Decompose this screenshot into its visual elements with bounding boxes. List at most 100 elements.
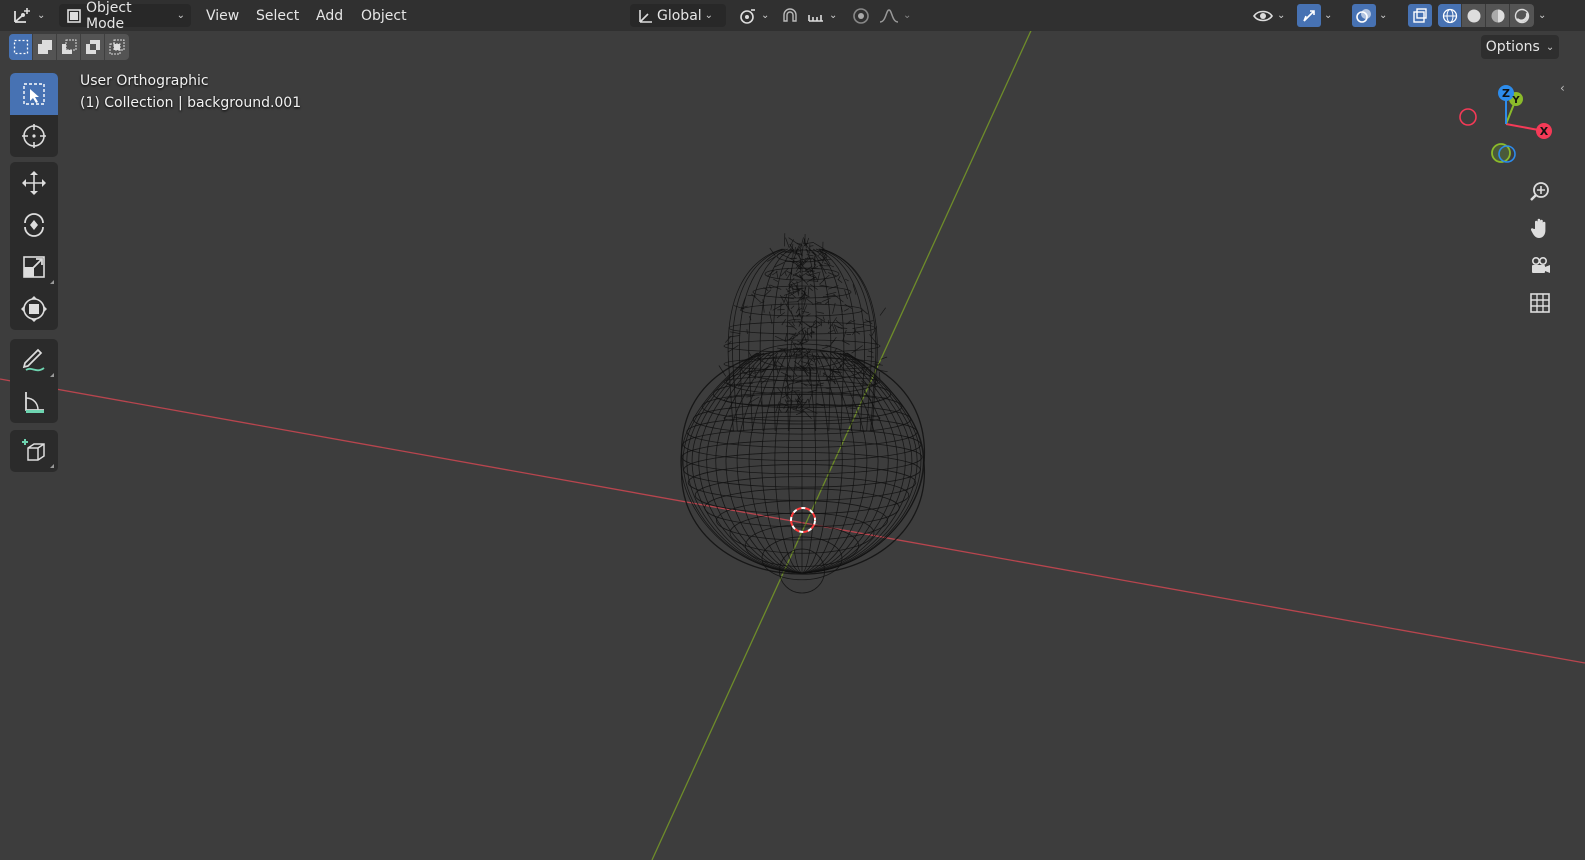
solid-sphere-icon [1466,8,1482,24]
select-difference-button[interactable] [81,34,105,60]
mode-label: Object Mode [86,0,132,32]
view-name: User Orthographic [80,73,209,89]
shading-options-dropdown[interactable]: ⌄ [1538,4,1546,27]
annotate-icon [20,346,48,374]
falloff-dropdown[interactable]: ⌄ [878,4,911,27]
select-difference-icon [85,39,101,55]
y-axis-line [651,31,1032,860]
3d-viewport[interactable]: Options ⌄ User Orthographic (1) Collecti… [0,31,1585,860]
menu-view[interactable]: View [200,4,245,27]
mode-dropdown[interactable]: Object Mode ⌄ [59,0,191,32]
select-subtract-button[interactable] [57,34,81,60]
overlays-toggle[interactable]: ⌄ [1352,4,1387,27]
camera-icon [1529,255,1551,277]
visibility-dropdown[interactable]: ⌄ [1252,4,1285,27]
orientation-icon [636,7,654,25]
gizmo-toggle[interactable]: ⌄ [1297,4,1332,27]
collection-label: (1) Collection | background.001 [80,95,302,111]
falloff-curve-icon [878,7,900,25]
menu-select[interactable]: Select [250,4,305,27]
chevron-down-icon: ⌄ [1545,41,1555,53]
proportional-edit-icon [850,7,872,25]
toggle-ortho-button[interactable] [1524,287,1556,319]
tool-cursor[interactable] [10,115,58,157]
chevron-down-icon: ⌄ [704,10,714,21]
gizmo-icon [1297,4,1321,27]
selection-mode-group [9,34,129,60]
x-axis-line [0,378,1585,664]
snap-target-dropdown[interactable]: ⌄ [806,4,837,27]
chevron-down-icon: ⌄ [829,10,838,21]
camera-view-button[interactable] [1524,250,1556,282]
toolbar-transform-group [10,162,58,330]
pan-hand-icon [1529,217,1551,239]
tool-annotate[interactable] [10,339,58,381]
shading-mode-group [1438,4,1534,27]
select-subtract-icon [61,39,77,55]
select-intersect-button[interactable] [105,34,129,60]
transform-orientation-dropdown[interactable]: Global ⌄ [630,4,726,27]
viewport-scene [0,31,1585,860]
gizmo-neg-x-handle [1459,108,1477,126]
grid-icon [1529,292,1551,314]
toolbar-add-group [10,430,58,472]
select-new-button[interactable] [9,34,33,60]
tool-rotate[interactable] [10,204,58,246]
shading-rendered-button[interactable] [1510,4,1534,27]
measure-icon [20,388,48,416]
rotate-icon [20,211,48,239]
tool-transform[interactable] [10,288,58,330]
tool-measure[interactable] [10,381,58,423]
move-icon [20,169,48,197]
toolbar-select-group [10,73,58,157]
xray-icon [1408,4,1432,27]
shading-solid-button[interactable] [1462,4,1486,27]
chevron-down-icon: ⌄ [1324,10,1333,21]
wireframe-object [680,233,926,594]
zoom-icon [1529,180,1551,202]
chevron-down-icon: ⌄ [37,10,46,21]
material-sphere-icon [1490,8,1506,24]
menu-add[interactable]: Add [310,4,349,27]
tool-select-box[interactable] [10,73,58,115]
sidebar-toggle-arrow[interactable]: ‹ [1560,81,1565,95]
zoom-button[interactable] [1524,175,1556,207]
eye-icon [1252,7,1274,25]
transform-icon [20,295,48,323]
orientation-label: Global [657,7,702,24]
xray-toggle[interactable] [1408,4,1432,27]
tool-scale[interactable] [10,246,58,288]
options-dropdown[interactable]: Options ⌄ [1481,35,1559,59]
snap-toggle[interactable] [780,4,800,27]
select-extend-button[interactable] [33,34,57,60]
gizmo-z-label: Z [1502,87,1510,100]
gizmo-y-label: Y [1511,95,1520,106]
viewport-header: ⌄ Object Mode ⌄ View Select Add Object G… [0,0,1585,32]
pivot-icon [738,7,758,25]
pan-button[interactable] [1524,212,1556,244]
pivot-point-dropdown[interactable]: ⌄ [738,4,769,27]
object-mode-icon [65,7,83,25]
shading-material-button[interactable] [1486,4,1510,27]
proportional-edit-toggle[interactable] [850,4,872,27]
more-tools-indicator [50,280,54,284]
more-tools-indicator [50,373,54,377]
select-new-icon [13,39,29,55]
snap-magnet-icon [780,7,800,25]
menu-object[interactable]: Object [355,4,413,27]
navigation-gizmo[interactable]: X Y Z [1458,81,1558,171]
tool-add-cube[interactable] [10,430,58,472]
gizmo-x-label: X [1540,125,1549,138]
chevron-down-icon: ⌄ [1538,10,1547,21]
chevron-down-icon: ⌄ [761,10,770,21]
cursor-icon [20,122,48,150]
tool-move[interactable] [10,162,58,204]
editor-type-button[interactable]: ⌄ [12,4,45,27]
scale-icon [21,254,47,280]
select-intersect-icon [109,39,125,55]
shading-wireframe-button[interactable] [1438,4,1462,27]
viewport-editor-icon [12,7,34,25]
add-cube-icon [20,437,48,465]
overlays-icon [1352,4,1376,27]
select-box-icon [21,81,47,107]
